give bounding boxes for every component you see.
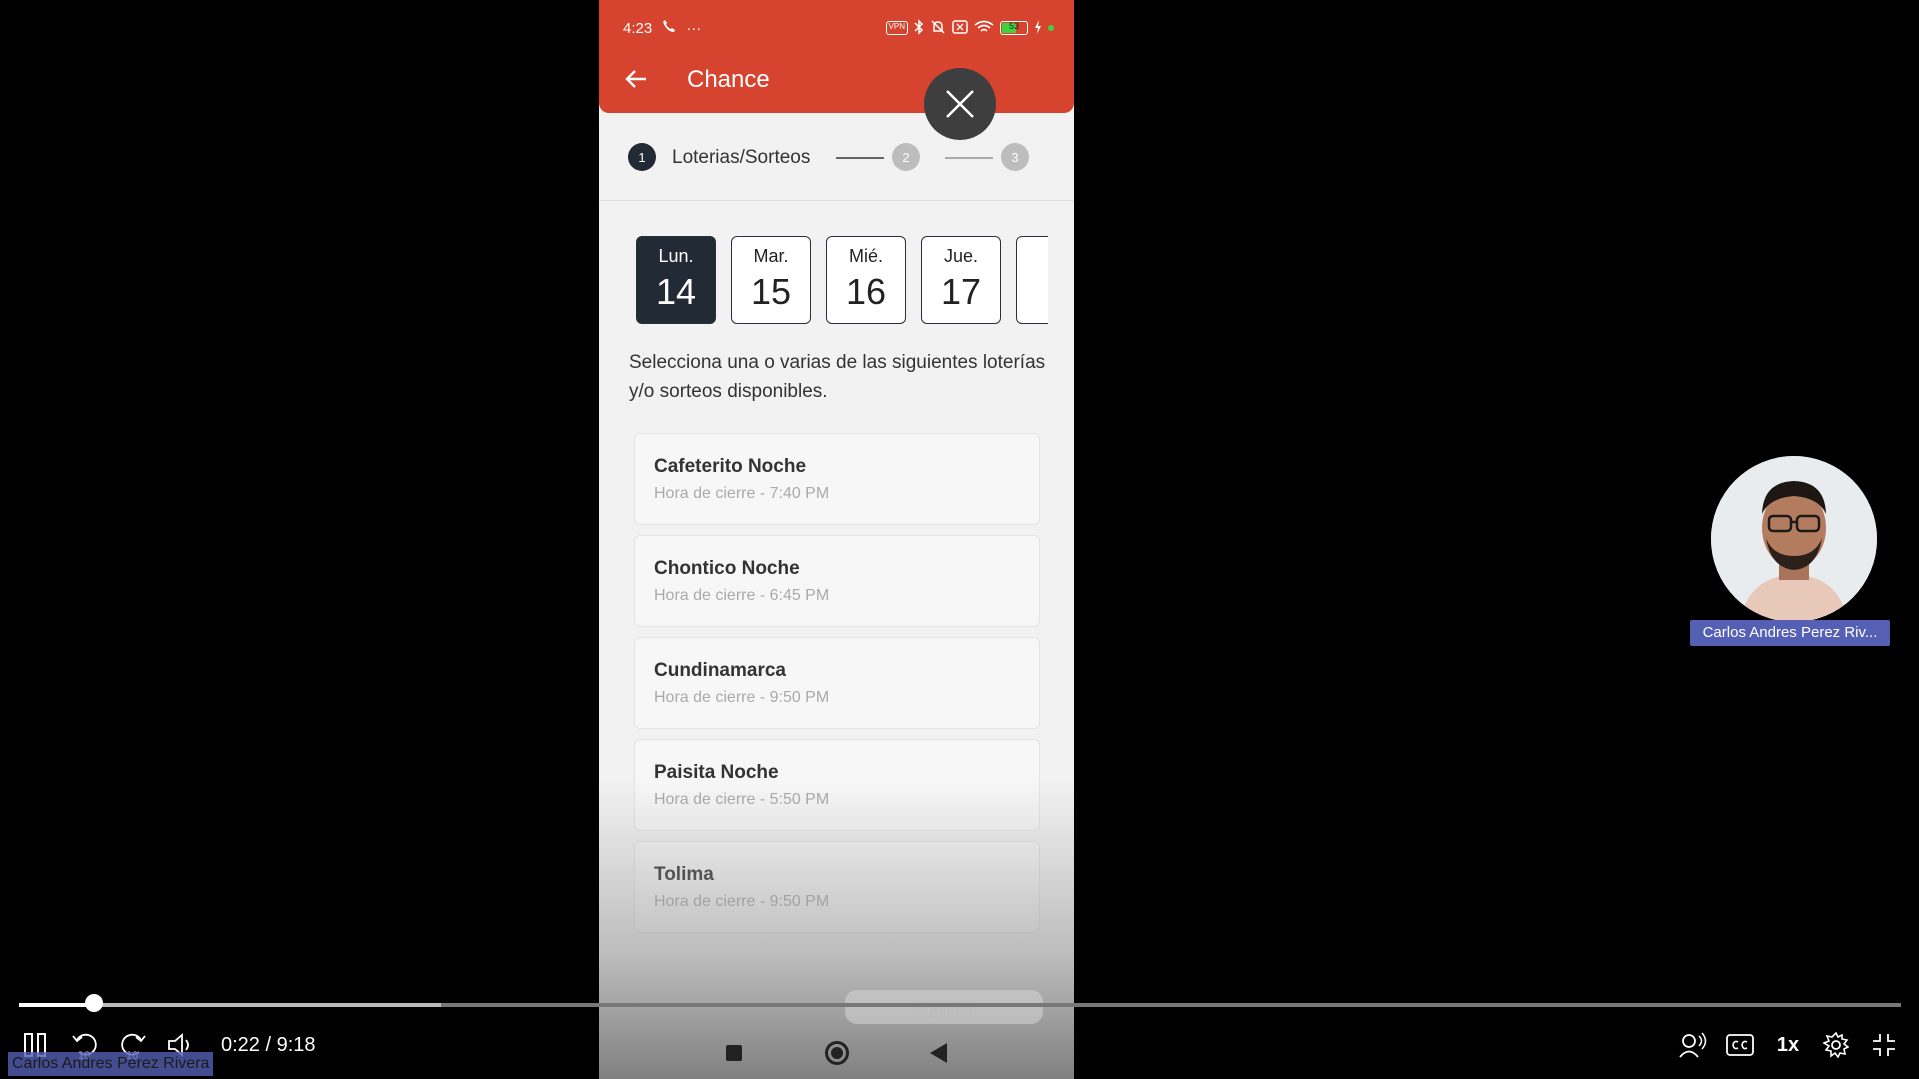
day-selector: Lun. 14 Mar. 15 Mié. 16 Jue. 17 V 1	[636, 236, 1048, 324]
next-button[interactable]: Siguiente	[845, 990, 1043, 1024]
exit-fullscreen-icon	[1873, 1034, 1895, 1056]
app-bar: 4:23 ··· VPN 53 Chance	[599, 0, 1074, 113]
close-icon	[946, 90, 974, 118]
playback-time: 0:22 / 9:18	[221, 1034, 316, 1056]
step-2-indicator: 2	[892, 143, 920, 171]
vpn-icon: VPN	[885, 21, 908, 35]
progress-played	[19, 1003, 95, 1007]
lottery-name: Tolima	[654, 864, 714, 885]
lottery-closing-time: Hora de cierre - 6:45 PM	[654, 587, 830, 604]
charging-icon	[1034, 19, 1042, 37]
lottery-name: Chontico Noche	[654, 558, 800, 579]
audio-description-icon	[1679, 1032, 1707, 1058]
battery-level: 53	[1008, 21, 1019, 31]
day-name: V	[1017, 246, 1048, 267]
day-name: Mar.	[753, 246, 789, 266]
day-name: Mié.	[848, 246, 883, 266]
day-thursday[interactable]: Jue. 17	[921, 236, 1001, 324]
step-1-indicator: 1	[628, 143, 656, 171]
presenter-video	[1711, 456, 1877, 622]
day-number: 15	[750, 271, 792, 312]
captions-button[interactable]	[1722, 1025, 1758, 1065]
wifi-icon	[974, 20, 994, 37]
playback-speed-button[interactable]: 1x	[1770, 1025, 1806, 1065]
arrow-left-icon	[625, 70, 646, 88]
lottery-item[interactable]: Paisita Noche Hora de cierre - 5:50 PM	[634, 739, 1040, 831]
status-more: ···	[686, 19, 702, 37]
lottery-item[interactable]: Cafeterito Noche Hora de cierre - 7:40 P…	[634, 433, 1040, 525]
exit-fullscreen-button[interactable]	[1866, 1025, 1902, 1065]
back-button[interactable]	[619, 62, 653, 96]
day-wednesday[interactable]: Mié. 16	[826, 236, 906, 324]
mute-icon	[930, 19, 946, 38]
day-number: 14	[655, 271, 697, 312]
instructions-text: Selecciona una o varias de las siguiente…	[629, 352, 1046, 402]
day-name: Jue.	[943, 246, 979, 266]
lottery-list: Cafeterito Noche Hora de cierre - 7:40 P…	[634, 433, 1040, 943]
progress-bar[interactable]	[19, 1003, 1901, 1007]
lottery-closing-time: Hora de cierre - 9:50 PM	[654, 689, 830, 706]
page-title: Chance	[687, 66, 770, 93]
day-friday[interactable]: V 1	[1016, 236, 1048, 324]
close-button[interactable]	[924, 68, 996, 140]
bluetooth-icon	[914, 18, 924, 38]
phone-screen: 4:23 ··· VPN 53 Chance 1 Loterias/Sorteo…	[599, 0, 1074, 1079]
lottery-item[interactable]: Tolima Hora de cierre - 9:50 PM	[634, 841, 1040, 933]
gear-icon	[1823, 1032, 1849, 1058]
lottery-closing-time: Hora de cierre - 9:50 PM	[654, 893, 830, 910]
status-time: 4:23	[623, 19, 653, 37]
video-player: 4:23 ··· VPN 53 Chance 1 Loterias/Sorteo…	[0, 0, 1919, 1079]
step-3-indicator: 3	[1001, 143, 1029, 171]
lottery-item[interactable]: Cundinamarca Hora de cierre - 9:50 PM	[634, 637, 1040, 729]
battery-icon: 53	[1000, 21, 1028, 35]
lottery-name: Paisita Noche	[654, 762, 779, 783]
audio-description-button[interactable]	[1675, 1025, 1711, 1065]
step-1-label: Loterias/Sorteos	[672, 147, 811, 168]
presenter-caption: Carlos Andres Perez Rivera	[8, 1052, 214, 1076]
progress-thumb[interactable]	[85, 994, 104, 1012]
day-number: 1	[1017, 271, 1048, 313]
day-monday[interactable]: Lun. 14	[636, 236, 716, 324]
day-number: 16	[845, 271, 887, 312]
day-number: 17	[940, 271, 982, 312]
settings-button[interactable]	[1818, 1025, 1854, 1065]
presenter-name-tag: Carlos Andres Perez Riv...	[1690, 620, 1890, 646]
lottery-name: Cafeterito Noche	[654, 456, 807, 477]
day-tuesday[interactable]: Mar. 15	[731, 236, 811, 324]
privacy-indicator	[1048, 25, 1054, 31]
no-sim-icon	[952, 19, 968, 37]
step-connector	[945, 157, 993, 159]
stepper: 1 Loterias/Sorteos 2 3	[599, 113, 1074, 201]
lottery-name: Cundinamarca	[654, 660, 786, 681]
step-connector	[836, 157, 884, 159]
lottery-closing-time: Hora de cierre - 5:50 PM	[654, 791, 830, 808]
status-bar: 4:23 ··· VPN 53	[623, 18, 1054, 38]
phone-call-icon	[662, 19, 676, 37]
lottery-closing-time: Hora de cierre - 7:40 PM	[654, 485, 830, 502]
lottery-item[interactable]: Chontico Noche Hora de cierre - 6:45 PM	[634, 535, 1040, 627]
presenter-avatar	[1711, 456, 1877, 622]
captions-icon	[1726, 1034, 1754, 1056]
day-name: Lun.	[658, 246, 694, 266]
